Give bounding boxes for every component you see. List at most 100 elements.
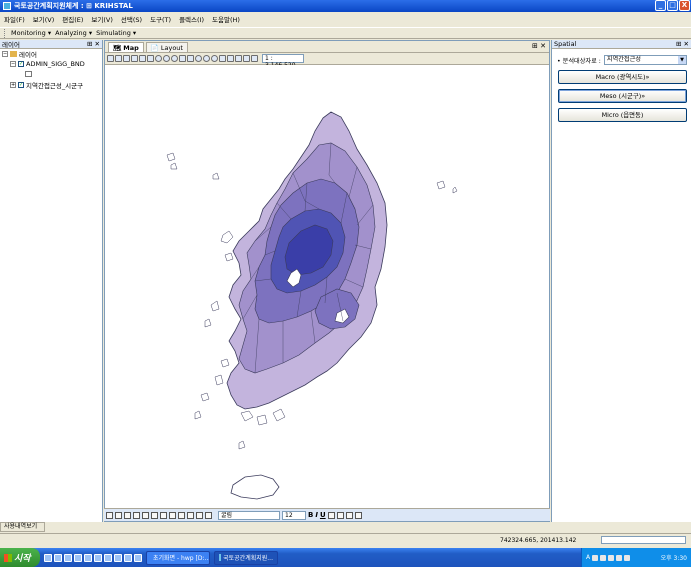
usage-history-tab[interactable]: 사용내역보기 xyxy=(0,522,45,532)
tray-icon[interactable] xyxy=(624,554,631,561)
menu-tools[interactable]: 도구(T) xyxy=(150,14,171,24)
zoom-extent-icon[interactable] xyxy=(171,55,178,62)
simulating-menu[interactable]: Simulating ▾ xyxy=(96,29,136,37)
quick-launch-icon[interactable] xyxy=(104,553,112,562)
zoom-box-out-icon[interactable] xyxy=(187,55,194,62)
quick-launch-icon[interactable] xyxy=(54,553,62,562)
tray-icon[interactable] xyxy=(616,554,623,561)
text-icon[interactable] xyxy=(196,511,203,519)
menu-file[interactable]: 파일(F) xyxy=(4,14,25,24)
menu-edit[interactable]: 편집(E) xyxy=(62,14,83,24)
measure-icon[interactable] xyxy=(219,55,226,62)
zoom-in-icon[interactable] xyxy=(155,55,162,62)
task-krihstal[interactable]: 국토공간계획지원... xyxy=(214,550,278,565)
target-row: • 분석대상자료 : 지역간접근성 ▼ xyxy=(552,49,691,65)
italic-icon[interactable]: I xyxy=(315,511,318,519)
select-features-icon[interactable] xyxy=(227,55,234,62)
hyperlink-icon[interactable] xyxy=(251,55,258,62)
menu-view-2[interactable]: 보기(V) xyxy=(91,14,112,24)
save-icon[interactable] xyxy=(115,55,122,62)
map-panel-pin-close-icon[interactable]: ⊞ ✕ xyxy=(532,42,546,50)
chevron-down-icon[interactable]: ▼ xyxy=(678,56,686,64)
tray-icon[interactable] xyxy=(600,554,607,561)
start-button[interactable]: 시작 xyxy=(0,548,40,567)
ime-icon[interactable]: A xyxy=(586,554,590,561)
ellipse-icon[interactable] xyxy=(178,511,185,519)
layer-item-admin[interactable]: − ✓ ADMIN_SIGG_BND xyxy=(0,59,102,69)
pointer-icon[interactable] xyxy=(106,511,113,519)
menu-view[interactable]: 보기(V) xyxy=(33,14,54,24)
spatial-panel: Spatial ⊞ ✕ • 분석대상자료 : 지역간접근성 ▼ Macro (광… xyxy=(551,40,691,522)
line-icon[interactable] xyxy=(133,511,140,519)
add-layer-icon[interactable] xyxy=(131,55,138,62)
quick-launch-icon[interactable] xyxy=(74,553,82,562)
quick-launch-icon[interactable] xyxy=(84,553,92,562)
bold-icon[interactable]: B xyxy=(308,511,313,519)
toolbar-grip-icon[interactable] xyxy=(4,28,7,38)
tray-icon[interactable] xyxy=(592,554,599,561)
font-family-select[interactable]: 굴림 xyxy=(218,510,280,520)
quick-launch-icon[interactable] xyxy=(134,553,142,562)
macro-button[interactable]: Macro (광역시도)» xyxy=(558,70,687,84)
fill-color-icon[interactable] xyxy=(336,511,344,519)
quick-launch-icon[interactable] xyxy=(114,553,122,562)
layer-checkbox[interactable]: ✓ xyxy=(18,82,24,88)
full-extent-icon[interactable] xyxy=(203,55,210,62)
task-hwp[interactable]: 초기화면 - hwp [D:... xyxy=(146,550,210,565)
menu-select[interactable]: 선택(S) xyxy=(121,14,142,24)
quick-launch-icon[interactable] xyxy=(124,553,132,562)
identify-icon[interactable] xyxy=(211,55,218,62)
rotate-icon[interactable] xyxy=(115,511,122,519)
spatial-panel-pin-close-icon[interactable]: ⊞ ✕ xyxy=(676,40,689,48)
expand-icon[interactable]: + xyxy=(10,82,16,88)
layer-checkbox[interactable]: ✓ xyxy=(18,61,24,67)
maximize-button[interactable]: □ xyxy=(667,0,678,11)
collapse-icon[interactable]: − xyxy=(2,51,8,57)
find-icon[interactable] xyxy=(243,55,250,62)
quick-launch-icon[interactable] xyxy=(64,553,72,562)
circle-icon[interactable] xyxy=(187,511,194,519)
folder-icon xyxy=(10,51,17,57)
polygon-icon[interactable] xyxy=(169,511,176,519)
select-pointer-icon[interactable] xyxy=(147,55,154,62)
micro-button[interactable]: Micro (읍면동) xyxy=(558,108,687,122)
target-select[interactable]: 지역간접근성 ▼ xyxy=(603,55,687,65)
layer-tree-root[interactable]: − 레이어 xyxy=(0,49,102,59)
polyline-icon[interactable] xyxy=(142,511,149,519)
pan-hand-icon[interactable] xyxy=(195,55,202,62)
layer-item-accessibility[interactable]: + ✓ 지역간접근성_시군구 xyxy=(0,80,102,90)
minimize-button[interactable]: _ xyxy=(655,0,666,11)
open-icon[interactable] xyxy=(107,55,114,62)
tab-layout[interactable]: 📄 Layout xyxy=(145,42,188,52)
close-button[interactable]: X xyxy=(679,0,690,11)
print-icon[interactable] xyxy=(123,55,130,62)
font-size-select[interactable]: 12 xyxy=(282,510,306,520)
monitoring-menu[interactable]: Monitoring ▾ xyxy=(11,29,51,37)
collapse-icon[interactable]: − xyxy=(10,61,16,67)
font-color-icon[interactable] xyxy=(327,511,335,519)
marker-icon[interactable] xyxy=(124,511,131,519)
shadow-icon[interactable] xyxy=(354,511,362,519)
zoom-box-in-icon[interactable] xyxy=(179,55,186,62)
scale-input[interactable]: 1 : 3,146,520 xyxy=(262,54,304,69)
east-islands xyxy=(436,180,458,194)
zoom-out-icon[interactable] xyxy=(163,55,170,62)
quick-launch-icon[interactable] xyxy=(94,553,102,562)
tray-icon[interactable] xyxy=(608,554,615,561)
clear-selection-icon[interactable] xyxy=(235,55,242,62)
callout-icon[interactable] xyxy=(205,511,212,519)
windows-flag-icon xyxy=(4,553,12,562)
menu-help[interactable]: 도움말(H) xyxy=(212,14,240,24)
tab-map[interactable]: 🗺 Map xyxy=(108,42,144,52)
copy-icon[interactable] xyxy=(139,55,146,62)
map-canvas[interactable] xyxy=(105,65,549,520)
quick-launch-icon[interactable] xyxy=(44,553,52,562)
meso-button[interactable]: Meso (시군구)» xyxy=(558,89,687,103)
menu-flex[interactable]: 플렉스(I) xyxy=(179,14,204,24)
curve-icon[interactable] xyxy=(151,511,158,519)
underline-icon[interactable]: U xyxy=(320,511,326,519)
analyzing-menu[interactable]: Analyzing ▾ xyxy=(55,29,92,37)
panel-pin-close-icon[interactable]: ⊞ ✕ xyxy=(87,40,100,48)
line-color-icon[interactable] xyxy=(345,511,353,519)
rectangle-icon[interactable] xyxy=(160,511,167,519)
